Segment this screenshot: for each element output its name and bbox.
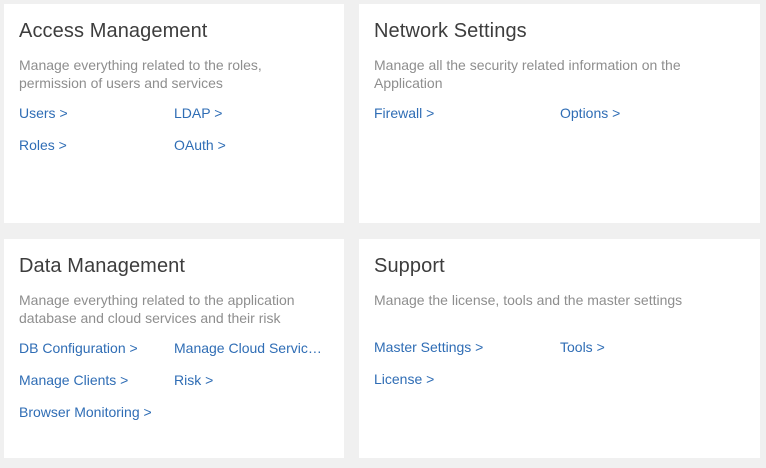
license-link[interactable]: License > — [374, 370, 434, 388]
manage-clients-link[interactable]: Manage Clients > — [19, 371, 128, 389]
risk-link[interactable]: Risk > — [174, 371, 213, 389]
tools-link[interactable]: Tools > — [560, 338, 605, 356]
manage-cloud-services-link[interactable]: Manage Cloud Services > — [174, 339, 324, 357]
access-management-card: Access Management Manage everything rela… — [4, 4, 344, 223]
card-description: Manage all the security related informat… — [374, 57, 681, 91]
options-link[interactable]: Options > — [560, 104, 620, 122]
network-settings-card: Network Settings Manage all the security… — [359, 4, 760, 223]
oauth-link[interactable]: OAuth > — [174, 136, 226, 154]
card-title: Support — [374, 255, 445, 277]
card-title: Network Settings — [374, 20, 527, 42]
card-description: Manage everything related to the applica… — [19, 292, 295, 326]
card-description: Manage everything related to the roles, … — [19, 57, 262, 91]
card-description: Manage the license, tools and the master… — [374, 292, 683, 308]
users-link[interactable]: Users > — [19, 104, 68, 122]
master-settings-link[interactable]: Master Settings > — [374, 338, 483, 356]
ldap-link[interactable]: LDAP > — [174, 104, 222, 122]
roles-link[interactable]: Roles > — [19, 136, 67, 154]
db-configuration-link[interactable]: DB Configuration > — [19, 339, 138, 357]
data-management-card: Data Management Manage everything relate… — [4, 239, 344, 458]
support-card: Support Manage the license, tools and th… — [359, 239, 760, 458]
card-title: Data Management — [19, 255, 186, 277]
card-title: Access Management — [19, 20, 208, 42]
firewall-link[interactable]: Firewall > — [374, 104, 434, 122]
browser-monitoring-link[interactable]: Browser Monitoring > — [19, 403, 152, 421]
